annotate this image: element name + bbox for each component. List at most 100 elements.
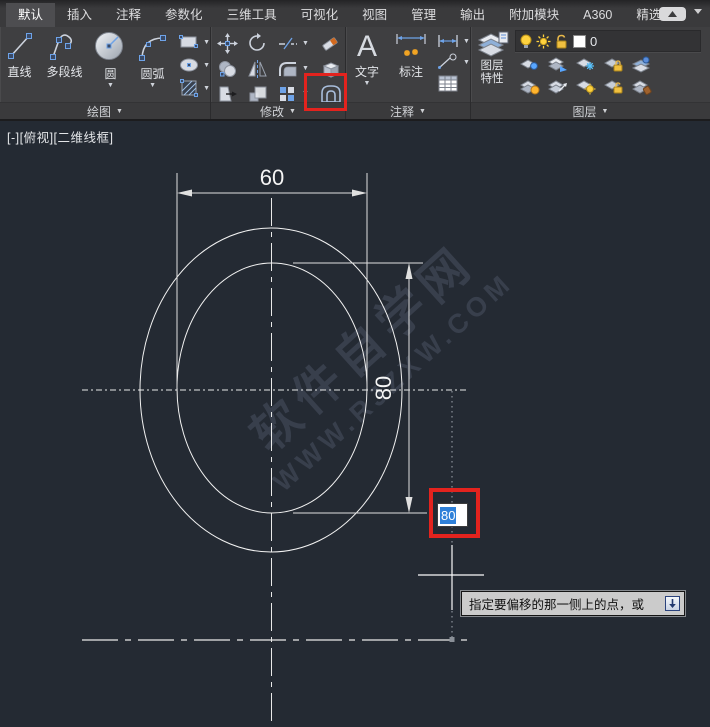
- ribbon: 直线 多段线: [0, 27, 710, 121]
- panel-layers: 图层 特性: [471, 27, 710, 119]
- tab-annotate[interactable]: 注释: [104, 3, 153, 27]
- text-tool-button[interactable]: A 文字 ▼: [346, 27, 388, 87]
- arc-dropdown-caret-icon[interactable]: ▼: [149, 82, 156, 89]
- copy-tool-button[interactable]: [217, 59, 238, 79]
- layer-lock-button[interactable]: [603, 56, 631, 79]
- dimension-tool-button[interactable]: 标注: [388, 27, 434, 80]
- autocad-window: 默认 插入 注释 参数化 三维工具 可视化 视图 管理 输出 附加模块 A360…: [0, 0, 710, 727]
- leader-icon: [436, 53, 460, 71]
- panel-modify-caret-icon: ▼: [289, 108, 296, 115]
- unlock-icon: [555, 34, 569, 49]
- tab-a360[interactable]: A360: [571, 3, 624, 27]
- offset-distance-value: 80: [440, 507, 456, 524]
- dim-linear-dropdown-caret-icon[interactable]: ▼: [463, 38, 470, 45]
- leader-tool-button[interactable]: ▼: [436, 53, 470, 71]
- layer-isolate-button[interactable]: [519, 56, 547, 79]
- leader-dropdown-caret-icon[interactable]: ▼: [463, 59, 470, 66]
- layer-delete-button[interactable]: [631, 78, 659, 101]
- layer-properties-icon: [475, 30, 509, 60]
- rotate-tool-button[interactable]: [247, 33, 268, 54]
- dim-arrow-down: [406, 497, 413, 513]
- ellipse-dropdown-caret-icon[interactable]: ▼: [203, 62, 210, 69]
- panel-title-annotation[interactable]: 注释 ▼: [346, 102, 470, 119]
- panel-layers-caret-icon: ▼: [602, 108, 609, 115]
- ribbon-minimize-icon[interactable]: [659, 7, 686, 21]
- hatch-dropdown-caret-icon[interactable]: ▼: [203, 85, 210, 92]
- line-tool-button[interactable]: 直线: [0, 27, 39, 80]
- tab-manage[interactable]: 管理: [399, 3, 448, 27]
- text-icon: A: [351, 30, 383, 62]
- polyline-tool-button[interactable]: 多段线: [39, 27, 90, 80]
- panel-title-layers[interactable]: 图层 ▼: [471, 102, 710, 119]
- tab-view[interactable]: 视图: [350, 3, 399, 27]
- panel-title-draw[interactable]: 绘图 ▼: [0, 102, 210, 119]
- polyline-icon: [48, 30, 82, 62]
- scale-icon: [247, 84, 268, 104]
- tab-insert[interactable]: 插入: [55, 3, 104, 27]
- tab-default[interactable]: 默认: [6, 3, 55, 27]
- text-dropdown-caret-icon[interactable]: ▼: [364, 80, 371, 87]
- mirror-icon: [247, 59, 268, 79]
- drawing-canvas[interactable]: [-][俯视][二维线框] 软件自学网 WWW.RJZXW.COM 60: [0, 121, 710, 727]
- layer-current-button[interactable]: [575, 78, 603, 101]
- tab-visualize[interactable]: 可视化: [289, 3, 351, 27]
- layer-thaw-button[interactable]: [547, 78, 575, 101]
- tab-output[interactable]: 输出: [448, 3, 497, 27]
- fillet-dropdown-caret-icon[interactable]: ▼: [302, 65, 309, 72]
- panel-draw-caret-icon: ▼: [116, 108, 123, 115]
- table-tool-button[interactable]: [436, 74, 470, 93]
- panel-draw: 直线 多段线: [0, 27, 211, 119]
- layer-freeze-button[interactable]: [547, 56, 575, 79]
- dim-linear-tool-button[interactable]: ▼: [436, 32, 470, 50]
- rectangle-icon: [178, 32, 200, 52]
- layer-on-button[interactable]: [519, 78, 547, 101]
- trim-icon: [277, 35, 299, 53]
- panel-annotation: A 文字 ▼: [346, 27, 471, 119]
- mirror-tool-button[interactable]: [247, 59, 268, 79]
- layer-unlock-button[interactable]: [603, 78, 631, 101]
- ellipse-icon: [178, 55, 200, 75]
- tab-3d-tools[interactable]: 三维工具: [215, 3, 289, 27]
- fillet-icon: [277, 60, 299, 78]
- rectangle-dropdown-caret-icon[interactable]: ▼: [203, 39, 210, 46]
- layer-off-button[interactable]: [575, 56, 603, 79]
- line-icon: [5, 30, 35, 62]
- circle-tool-button[interactable]: 圆 ▼: [90, 27, 131, 89]
- dynamic-prompt-tooltip: 指定要偏移的那一侧上的点，或: [461, 591, 685, 616]
- layer-match-button[interactable]: [631, 56, 659, 79]
- trim-dropdown-caret-icon[interactable]: ▼: [302, 40, 309, 47]
- ellipse-tool-button[interactable]: ▼: [178, 55, 210, 75]
- tab-addins[interactable]: 附加模块: [497, 3, 571, 27]
- width-dimension-text: 60: [260, 165, 284, 190]
- ribbon-tab-bar: 默认 插入 注释 参数化 三维工具 可视化 视图 管理 输出 附加模块 A360…: [0, 0, 710, 27]
- dim-arrow-up: [406, 263, 413, 279]
- layer-properties-button[interactable]: 图层 特性: [471, 27, 511, 86]
- stretch-tool-button[interactable]: [217, 84, 239, 104]
- rectangle-tool-button[interactable]: ▼: [178, 32, 210, 52]
- sun-icon: [536, 34, 551, 49]
- down-arrow-key-icon[interactable]: [665, 596, 680, 611]
- circle-icon: [92, 30, 128, 64]
- height-dimension: [293, 263, 427, 513]
- ribbon-tabs: 默认 插入 注释 参数化 三维工具 可视化 视图 管理 输出 附加模块 A360…: [0, 3, 698, 27]
- ribbon-minimize-caret-icon[interactable]: [694, 9, 702, 14]
- layer-color-swatch: [573, 35, 586, 48]
- dim-linear-icon: [436, 32, 460, 50]
- tracking-endpoint-marker: [450, 637, 455, 642]
- layer-select-combo[interactable]: 0: [515, 30, 701, 52]
- hatch-icon: [178, 78, 200, 98]
- move-tool-button[interactable]: [217, 33, 238, 54]
- cad-drawing: 60 80: [0, 121, 710, 727]
- svg-text:A: A: [357, 30, 377, 62]
- offset-tool-highlight-box: [304, 73, 347, 111]
- offset-distance-input[interactable]: 80: [437, 503, 468, 527]
- panel-annotation-caret-icon: ▼: [419, 108, 426, 115]
- circle-dropdown-caret-icon[interactable]: ▼: [107, 82, 114, 89]
- trim-tool-button[interactable]: ▼: [277, 35, 309, 53]
- tab-parametric[interactable]: 参数化: [153, 3, 215, 27]
- scale-tool-button[interactable]: [247, 84, 268, 104]
- erase-tool-button[interactable]: [319, 34, 341, 54]
- dim-arrow-right: [352, 190, 367, 197]
- hatch-tool-button[interactable]: ▼: [178, 78, 210, 98]
- arc-tool-button[interactable]: 圆弧 ▼: [131, 27, 174, 89]
